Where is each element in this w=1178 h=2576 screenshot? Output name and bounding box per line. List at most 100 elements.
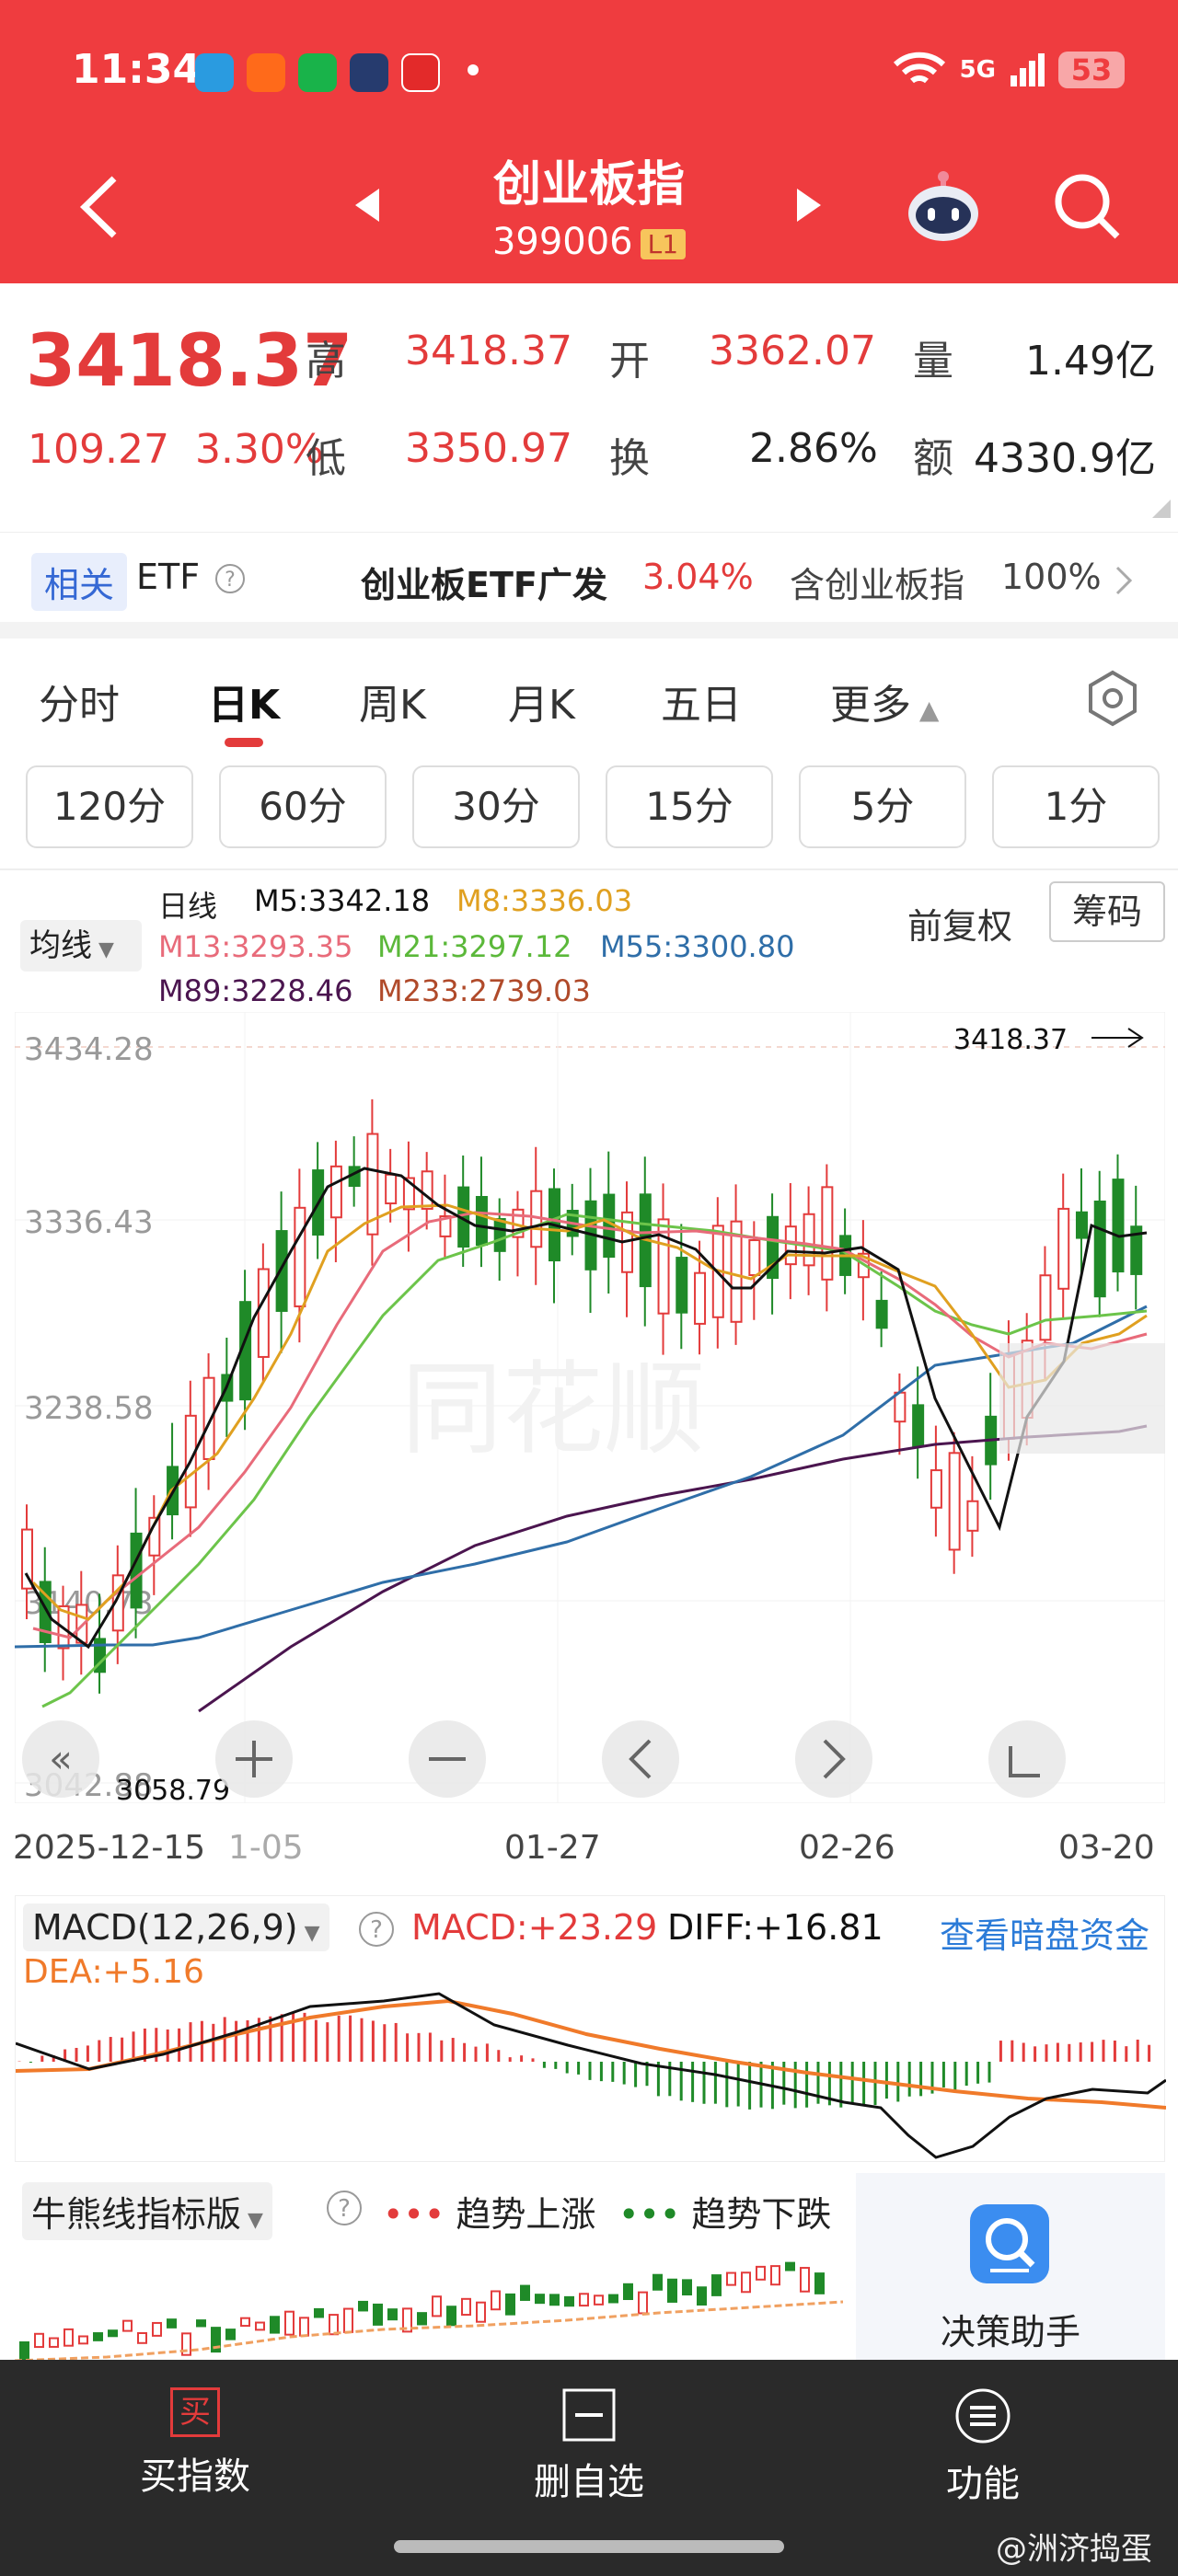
tab-intraday[interactable]: 分时	[39, 672, 120, 730]
related-etf-row[interactable]: 相关 ETF ? 创业板ETF广发 3.04% 含创业板指 100%	[0, 532, 1178, 638]
tab-daily-k[interactable]: 日K	[208, 672, 280, 730]
open-value: 3362.07	[709, 328, 876, 374]
assistant-label: 决策助手	[940, 2312, 1080, 2352]
help-icon[interactable]: ?	[356, 1909, 397, 1949]
decision-assistant[interactable]: 决策助手	[856, 2173, 1165, 2364]
dark-pool-link[interactable]: 查看暗盘资金	[940, 1907, 1149, 1958]
nav-remove-watchlist[interactable]: 删自选	[451, 2387, 727, 2505]
bull-bear-candle	[505, 2293, 515, 2316]
last-price: 3418.37	[26, 320, 353, 403]
bull-bear-candle	[78, 2335, 88, 2345]
bull-bear-candle	[623, 2283, 633, 2301]
volume-value: 1.49亿	[1025, 338, 1156, 385]
chip-button[interactable]: 筹码	[1049, 881, 1165, 942]
etf-label: ETF	[136, 557, 201, 597]
high-label: 高	[306, 338, 346, 385]
caret-up-icon: ▲	[911, 695, 940, 725]
status-bar: 11:34 5G 53	[0, 0, 1178, 147]
weibo-watermark: @洲济捣蛋	[996, 2531, 1152, 2568]
high-value: 3418.37	[405, 328, 572, 374]
volume-label: 量	[913, 338, 953, 385]
game-icon	[350, 53, 388, 92]
tab-weekly-k[interactable]: 周K	[359, 672, 426, 730]
subtab-60min[interactable]: 60分	[219, 765, 387, 848]
svg-text:?: ?	[225, 569, 236, 592]
help-icon[interactable]: ?	[214, 562, 247, 595]
macd-panel: MACD(12,26,9) ▼ ? MACD:+23.29 DIFF:+16.8…	[15, 1895, 1166, 2162]
more-notifications-dot	[468, 64, 479, 75]
quote-panel: 3418.37 109.27 3.30% 高 3418.37 开 3362.07…	[0, 283, 1178, 532]
bull-bear-candle	[549, 2294, 560, 2306]
zoom-out-button[interactable]	[409, 1720, 486, 1798]
bull-bear-candle	[64, 2328, 74, 2347]
subtab-1min[interactable]: 1分	[992, 765, 1160, 848]
search-icon[interactable]	[1051, 170, 1125, 244]
bull-bear-candle	[535, 2294, 545, 2305]
home-indicator[interactable]	[394, 2540, 784, 2553]
settings-hexagon-icon[interactable]	[1086, 670, 1139, 727]
change-percent: 3.30%	[194, 426, 324, 473]
bull-bear-candle	[255, 2321, 265, 2331]
stock-code-text: 399006	[491, 221, 633, 263]
header-bar: 11:34 5G 53 创业板指 399006 L1	[0, 0, 1178, 283]
high-marker: 3418.37	[953, 1024, 1068, 1056]
status-right: 5G 53	[892, 50, 1125, 90]
subtab-30min[interactable]: 30分	[412, 765, 580, 848]
scroll-right-button[interactable]	[795, 1720, 872, 1798]
svg-text:?: ?	[338, 2195, 351, 2223]
period-tabs: 分时 日K 周K 月K 五日 更多 ▲	[0, 653, 1178, 754]
bull-bear-title: 牛熊线指标版	[31, 2194, 242, 2235]
stock-code: 399006 L1	[0, 221, 1178, 263]
scroll-left-button[interactable]	[602, 1720, 679, 1798]
dea-value: DEA:+5.16	[23, 1953, 204, 1991]
telegram-icon	[195, 53, 234, 92]
amount-value: 4330.9亿	[974, 435, 1156, 482]
tab-monthly-k[interactable]: 月K	[508, 672, 575, 730]
bull-bear-candle	[196, 2319, 206, 2328]
bull-bear-candle	[343, 2307, 353, 2333]
adjust-mode[interactable]: 前复权	[907, 898, 1012, 949]
related-tag: 相关	[31, 553, 128, 611]
bull-bear-candle	[446, 2306, 456, 2327]
macd-selector[interactable]: MACD(12,26,9) ▼	[23, 1903, 329, 1951]
divider	[0, 868, 1178, 870]
bull-bear-candle	[491, 2290, 501, 2311]
chevron-right-icon[interactable]	[1114, 564, 1134, 597]
tab-five-day[interactable]: 五日	[661, 672, 742, 730]
robot-assistant-icon[interactable]	[902, 166, 985, 248]
tab-more[interactable]: 更多 ▲	[830, 672, 939, 730]
bull-bear-candle	[800, 2267, 810, 2293]
open-label: 开	[609, 338, 650, 385]
subtab-120min[interactable]: 120分	[26, 765, 193, 848]
etf-contains-percent: 100%	[1001, 557, 1102, 597]
nav-functions[interactable]: 功能	[845, 2387, 1121, 2507]
bull-bear-candle	[726, 2271, 736, 2286]
zoom-fast-button[interactable]: «	[22, 1720, 99, 1798]
fullscreen-button[interactable]	[988, 1720, 1066, 1798]
bull-bear-candle	[564, 2295, 574, 2307]
bull-bear-candle	[299, 2317, 309, 2337]
bull-bear-candle	[461, 2297, 471, 2317]
turnover-label: 换	[609, 435, 650, 482]
volume-profile-block	[999, 1343, 1165, 1454]
bull-bear-candle	[122, 2319, 133, 2332]
help-icon[interactable]: ?	[324, 2188, 364, 2228]
y-tick-1: 3434.28	[24, 1031, 154, 1068]
bull-bear-candle	[770, 2265, 780, 2286]
bull-bear-selector[interactable]: 牛熊线指标版 ▼	[22, 2182, 272, 2240]
zoom-in-button[interactable]	[215, 1720, 293, 1798]
bull-bear-candle	[314, 2307, 324, 2318]
low-value: 3350.97	[405, 425, 572, 472]
ma-selector[interactable]: 均线 ▼	[20, 920, 142, 972]
subtab-15min[interactable]: 15分	[606, 765, 773, 848]
bull-bear-candle	[476, 2301, 486, 2323]
kline-chart[interactable]: 同花顺 3434.28 3336.43 3238.58 3140.73 3042…	[15, 1012, 1165, 1803]
bull-bear-candle	[756, 2265, 766, 2281]
subtab-5min[interactable]: 5分	[799, 765, 966, 848]
next-stock-icon[interactable]	[795, 187, 823, 224]
legend-m89: M89:3228.46	[158, 973, 353, 1008]
bull-bear-candle	[682, 2279, 692, 2296]
bull-bear-candle	[608, 2294, 618, 2304]
nav-buy-index[interactable]: 买 买指数	[57, 2387, 333, 2500]
bull-bear-panel: 牛熊线指标版 ▼ ? ••• 趋势上涨 ••• 趋势下跌 决策助手	[15, 2173, 1165, 2364]
